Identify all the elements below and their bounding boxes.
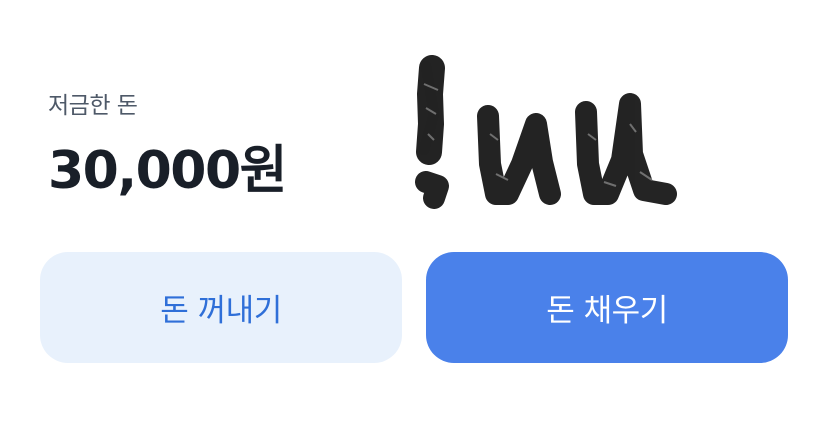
balance-label: 저금한 돈	[48, 93, 138, 119]
savings-card: 저금한 돈 30,000원 돈 꺼내기 돈 채우기	[0, 0, 828, 427]
deposit-button[interactable]: 돈 채우기	[426, 252, 788, 363]
balance-amount: 30,000원	[48, 141, 288, 201]
redaction-scribble	[415, 55, 677, 209]
withdraw-button[interactable]: 돈 꺼내기	[40, 252, 402, 363]
